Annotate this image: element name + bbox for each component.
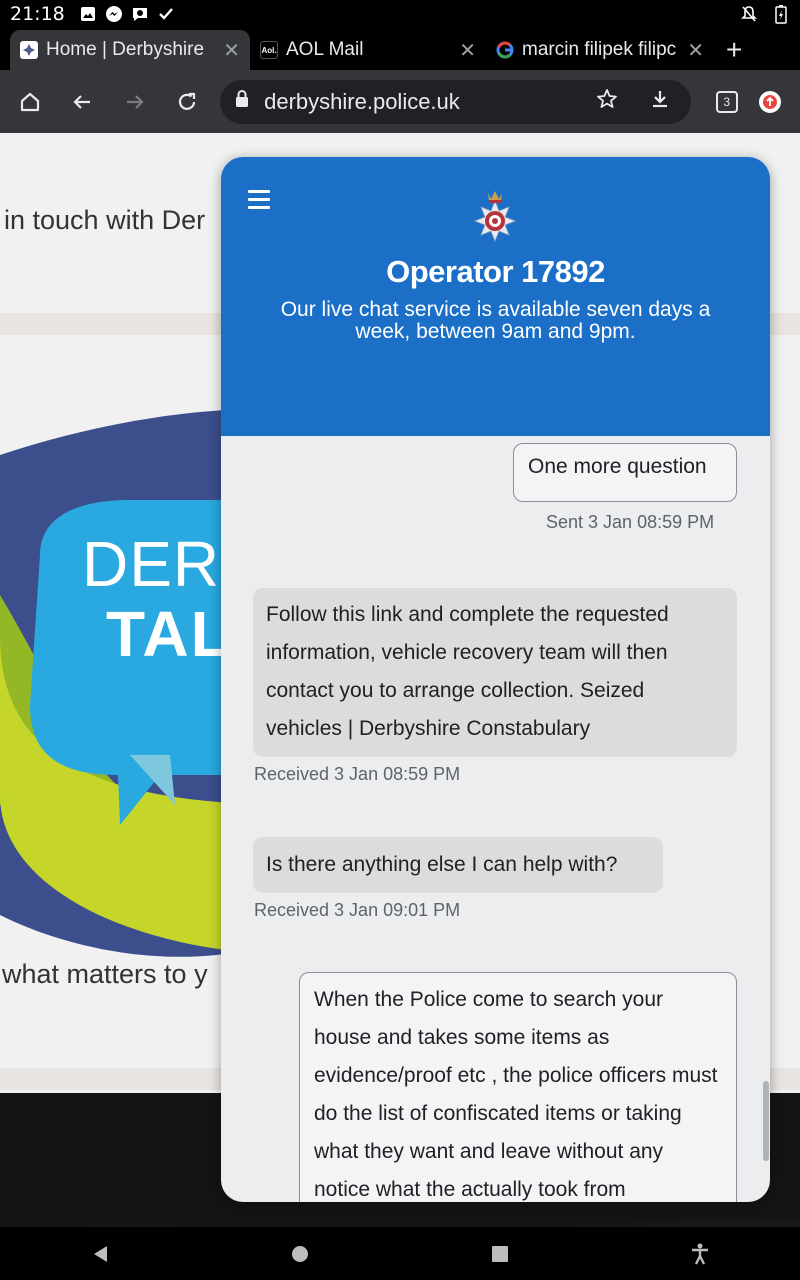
chat-bubble-icon bbox=[131, 5, 149, 23]
google-icon bbox=[496, 41, 514, 59]
message-text: Follow this link and complete the reques… bbox=[266, 603, 669, 740]
derbyshire-police-crest bbox=[469, 187, 521, 251]
forward-icon[interactable] bbox=[115, 82, 155, 122]
derbyshire-crest-icon bbox=[20, 41, 38, 59]
accessibility-icon[interactable] bbox=[680, 1234, 720, 1274]
received-message: Is there anything else I can help with? bbox=[253, 837, 663, 893]
tab-label: AOL Mail bbox=[286, 39, 364, 60]
chat-messages[interactable]: One more question Sent 3 Jan 08:59 PM Fo… bbox=[221, 436, 770, 1202]
intro-text: in touch with Der bbox=[4, 205, 206, 235]
sent-message: When the Police come to search your hous… bbox=[299, 972, 737, 1202]
status-time: 21:18 bbox=[10, 3, 65, 25]
menu-icon[interactable] bbox=[248, 190, 272, 210]
message-text: When the Police come to search your hous… bbox=[314, 988, 718, 1201]
availability-text: Our live chat service is available seven… bbox=[280, 298, 711, 343]
tab-google-search[interactable]: marcin filipek filipc ✕ bbox=[486, 30, 714, 70]
tab-strip: Home | Derbyshire ✕ Aol. AOL Mail ✕ marc… bbox=[0, 28, 800, 70]
tab-label: marcin filipek filipc bbox=[522, 39, 677, 60]
update-menu-button[interactable] bbox=[750, 82, 790, 122]
chat-scrollbar[interactable] bbox=[763, 1081, 769, 1161]
gallery-icon bbox=[79, 5, 97, 23]
notifications-off-icon bbox=[740, 5, 758, 23]
back-icon[interactable] bbox=[63, 82, 103, 122]
logo-text-talks: TAL bbox=[106, 598, 232, 670]
tab-label: Home | Derbyshire bbox=[46, 39, 205, 60]
aol-favicon: Aol. bbox=[260, 41, 278, 59]
matters-text: what matters to y bbox=[2, 959, 208, 989]
message-text: One more question bbox=[528, 455, 707, 478]
message-text: Is there anything else I can help with? bbox=[266, 853, 618, 876]
new-tab-button[interactable]: + bbox=[726, 30, 742, 70]
lock-icon[interactable] bbox=[234, 89, 250, 114]
chat-header: Operator 17892 Our live chat service is … bbox=[221, 157, 770, 436]
message-meta: Sent 3 Jan 08:59 PM bbox=[546, 512, 715, 532]
tab-aol-mail[interactable]: Aol. AOL Mail ✕ bbox=[250, 30, 486, 70]
browser-toolbar: derbyshire.police.uk 3 bbox=[0, 70, 800, 133]
battery-charging-icon bbox=[772, 5, 790, 24]
check-icon bbox=[157, 5, 175, 23]
nav-back-icon[interactable] bbox=[80, 1234, 120, 1274]
message-meta: Received 3 Jan 09:01 PM bbox=[254, 900, 461, 920]
close-tab-icon[interactable]: ✕ bbox=[459, 38, 476, 63]
download-icon[interactable] bbox=[649, 88, 671, 115]
reload-icon[interactable] bbox=[168, 82, 208, 122]
messenger-icon bbox=[105, 5, 123, 23]
nav-home-icon[interactable] bbox=[280, 1234, 320, 1274]
address-bar[interactable]: derbyshire.police.uk bbox=[220, 79, 691, 124]
update-available-icon bbox=[759, 90, 782, 113]
close-tab-icon[interactable]: ✕ bbox=[223, 38, 240, 63]
message-meta: Received 3 Jan 08:59 PM bbox=[254, 764, 461, 784]
navigation-bar bbox=[0, 1227, 800, 1280]
live-chat-panel: Operator 17892 Our live chat service is … bbox=[221, 157, 770, 1202]
status-bar: 21:18 bbox=[0, 0, 800, 28]
close-tab-icon[interactable]: ✕ bbox=[687, 38, 704, 63]
sent-message: One more question bbox=[513, 443, 737, 502]
tab-switcher-button[interactable]: 3 bbox=[707, 82, 747, 122]
operator-name: Operator 17892 bbox=[386, 254, 605, 289]
nav-recents-icon[interactable] bbox=[480, 1234, 520, 1274]
tab-count: 3 bbox=[715, 90, 738, 113]
received-message: Follow this link and complete the reques… bbox=[253, 588, 737, 757]
home-icon[interactable] bbox=[10, 82, 50, 122]
tab-derbyshire[interactable]: Home | Derbyshire ✕ bbox=[10, 30, 250, 70]
url-text[interactable]: derbyshire.police.uk bbox=[264, 89, 595, 115]
bookmark-star-icon[interactable] bbox=[595, 87, 619, 116]
